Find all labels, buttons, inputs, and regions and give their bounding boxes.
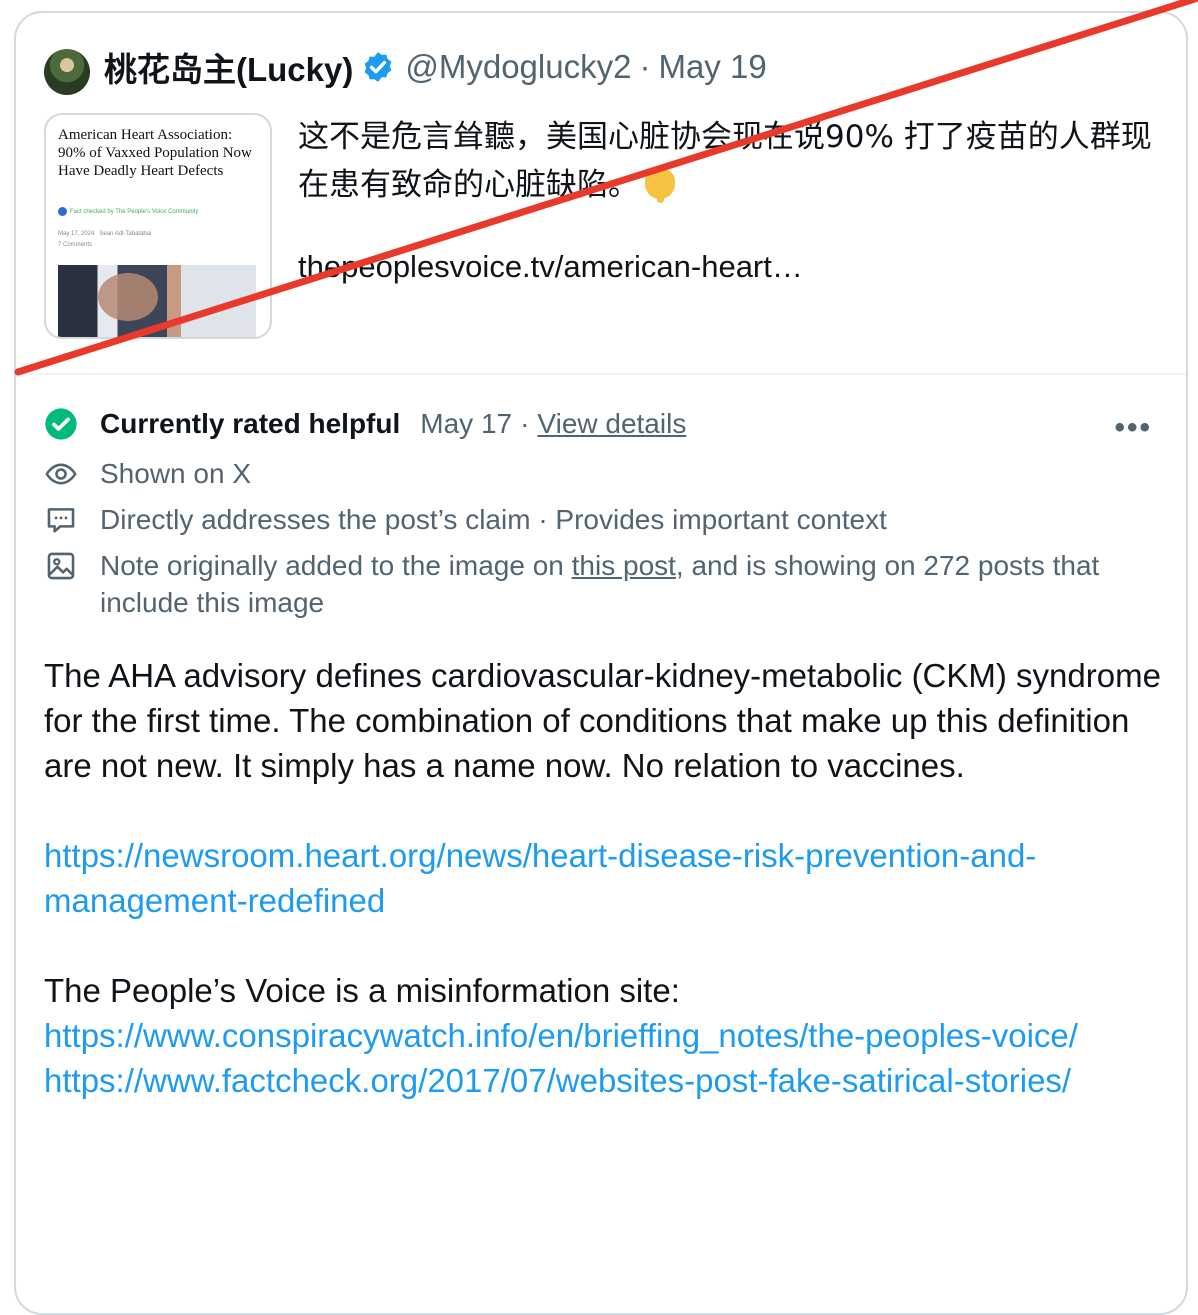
- more-options-icon[interactable]: •••: [1114, 411, 1152, 445]
- post-date[interactable]: May 19: [658, 48, 766, 86]
- header-separator: ·: [639, 48, 651, 85]
- image-note-prefix: Note originally added to the image on: [100, 550, 572, 581]
- check-badge-icon: [58, 207, 67, 216]
- shown-on-text: Shown on X: [100, 458, 251, 489]
- note-link-conspiracywatch[interactable]: https://www.conspiracywatch.info/en/brie…: [44, 1013, 1164, 1058]
- note-date: May 17: [420, 408, 513, 439]
- preview-photo: [58, 265, 256, 337]
- note-separator: ·: [520, 408, 530, 439]
- preview-fact-check-text: Fact checked by The People's Voice Commu…: [70, 208, 199, 215]
- post-header: 桃花岛主(Lucky) @Mydoglucky2 · May 19: [104, 45, 767, 89]
- verified-badge-icon: [365, 52, 392, 82]
- image-icon: [47, 552, 75, 580]
- tweet-card[interactable]: 桃花岛主(Lucky) @Mydoglucky2 · May 19 Americ…: [14, 11, 1188, 1315]
- this-post-link[interactable]: this post: [572, 550, 676, 581]
- post-body: 这不是危言耸聽，美国心脏协会现在说90% 打了疫苗的人群现在患有致命的心脏缺陷。: [298, 119, 1152, 203]
- helpful-check-icon: [45, 408, 77, 440]
- preview-headline: American Heart Association: 90% of Vaxxe…: [58, 127, 252, 179]
- note-paragraph-1: The AHA advisory defines cardiovascular-…: [44, 657, 1161, 784]
- avatar[interactable]: [44, 49, 90, 95]
- eye-icon: [45, 463, 77, 485]
- note-image-row: Note originally added to the image on th…: [44, 547, 1110, 621]
- preview-meta-date: May 17, 2024: [58, 231, 95, 237]
- note-status: Currently rated helpful: [100, 408, 401, 439]
- note-paragraph-2: The People’s Voice is a misinformation s…: [44, 972, 680, 1009]
- preview-meta-author: Sean Adl-Tabatabai: [99, 231, 152, 237]
- note-tags: Directly addresses the post’s claim · Pr…: [100, 504, 887, 535]
- note-status-row: Currently rated helpful May 17 · View de…: [44, 407, 686, 441]
- preview-meta: May 17, 2024 Sean Adl-Tabatabai 7 Commen…: [58, 229, 151, 251]
- image-note-text: Note originally added to the image on th…: [100, 547, 1110, 621]
- preview-meta-comments: 7 Comments: [58, 242, 93, 248]
- preview-fact-check: Fact checked by The People's Voice Commu…: [58, 207, 198, 216]
- post-link[interactable]: thepeoplesvoice.tv/american-heart…: [298, 249, 803, 285]
- note-link-factcheck[interactable]: https://www.factcheck.org/2017/07/websit…: [44, 1058, 1164, 1103]
- pointing-down-icon: [645, 169, 675, 203]
- post-text: 这不是危言耸聽，美国心脏协会现在说90% 打了疫苗的人群现在患有致命的心脏缺陷。: [298, 113, 1158, 209]
- note-tags-row: Directly addresses the post’s claim · Pr…: [44, 503, 887, 537]
- note-link-aha[interactable]: https://newsroom.heart.org/news/heart-di…: [44, 833, 1164, 923]
- link-preview-image[interactable]: American Heart Association: 90% of Vaxxe…: [44, 113, 272, 339]
- author-handle[interactable]: @Mydoglucky2: [405, 48, 631, 86]
- divider: [16, 373, 1186, 375]
- view-details-link[interactable]: View details: [537, 408, 686, 440]
- note-body: The AHA advisory defines cardiovascular-…: [44, 653, 1164, 1103]
- note-shown-row: Shown on X: [44, 457, 251, 491]
- comment-icon: [47, 508, 75, 533]
- author-name[interactable]: 桃花岛主(Lucky): [104, 43, 353, 91]
